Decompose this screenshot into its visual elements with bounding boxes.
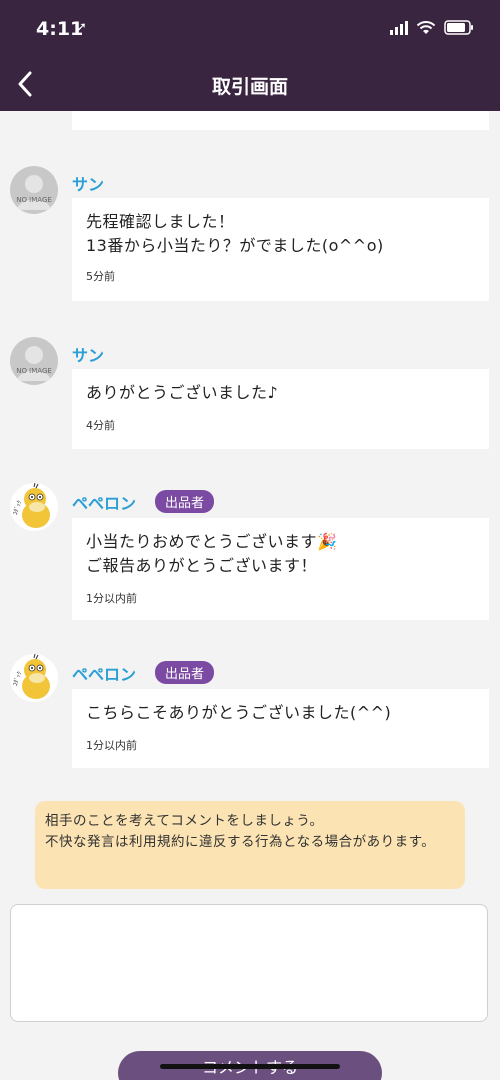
battery-icon: [444, 20, 473, 35]
message-time: 1分以内前: [86, 592, 137, 605]
message-time: 1分以内前: [86, 739, 137, 752]
message-text: 先程確認しました！ 13番から小当たり？がでました(o^^o): [86, 212, 384, 255]
chat-area[interactable]: NO IMAGE サン 先程確認しました！ 13番から小当たり？がでました(o^…: [0, 111, 500, 1080]
home-indicator: [160, 1064, 340, 1069]
cellular-signal-icon: [390, 20, 408, 35]
message-text: こちらこそありがとうございました(^^): [86, 703, 392, 722]
status-icons: [390, 20, 474, 35]
comment-input[interactable]: [10, 904, 488, 1022]
username[interactable]: ペペロン: [72, 490, 136, 514]
avatar-label: NO IMAGE: [16, 196, 52, 204]
duck-avatar-icon: ｺﾀﾞｯｸ: [12, 483, 50, 528]
message-card: 先程確認しました！ 13番から小当たり？がでました(o^^o) 5分前: [72, 198, 489, 301]
message-card-partial: [72, 111, 489, 130]
seller-badge: 出品者: [155, 490, 215, 513]
message-card: こちらこそありがとうございました(^^) 1分以内前: [72, 689, 489, 768]
message-card: ありがとうございました♪ 4分前: [72, 369, 489, 449]
status-bar: 4:11 ➚: [0, 0, 500, 58]
avatar[interactable]: NO IMAGE: [10, 337, 58, 385]
username[interactable]: サン: [72, 342, 104, 366]
location-arrow-icon: ➚: [76, 20, 87, 35]
message-card: 小当たりおめでとうございます🎉 ご報告ありがとうございます！ 1分以内前: [72, 518, 489, 620]
avatar-label: NO IMAGE: [16, 367, 52, 375]
svg-text:ｺﾀﾞｯｸ: ｺﾀﾞｯｸ: [12, 500, 24, 517]
duck-avatar-icon: ｺﾀﾞｯｸ: [12, 654, 50, 699]
avatar[interactable]: NO IMAGE: [10, 166, 58, 214]
notice-text: 相手のことを考えてコメントをしましょう。 不快な発言は利用規約に違反する行為とな…: [45, 813, 436, 850]
message-time: 5分前: [86, 270, 115, 283]
message-text: 小当たりおめでとうございます🎉 ご報告ありがとうございます！: [86, 532, 338, 575]
message-text: ありがとうございました♪: [86, 383, 279, 402]
wifi-icon: [416, 21, 436, 34]
username[interactable]: サン: [72, 171, 104, 195]
avatar[interactable]: ｺﾀﾞｯｸ: [10, 654, 58, 702]
nav-bar: 取引画面: [0, 58, 500, 111]
comment-guideline-notice: 相手のことを考えてコメントをしましょう。 不快な発言は利用規約に違反する行為とな…: [35, 801, 465, 889]
username[interactable]: ペペロン: [72, 661, 136, 685]
seller-badge: 出品者: [155, 661, 215, 684]
page-title: 取引画面: [211, 76, 288, 98]
avatar[interactable]: ｺﾀﾞｯｸ: [10, 483, 58, 531]
message-time: 4分前: [86, 419, 115, 432]
svg-text:ｺﾀﾞｯｸ: ｺﾀﾞｯｸ: [12, 671, 24, 688]
